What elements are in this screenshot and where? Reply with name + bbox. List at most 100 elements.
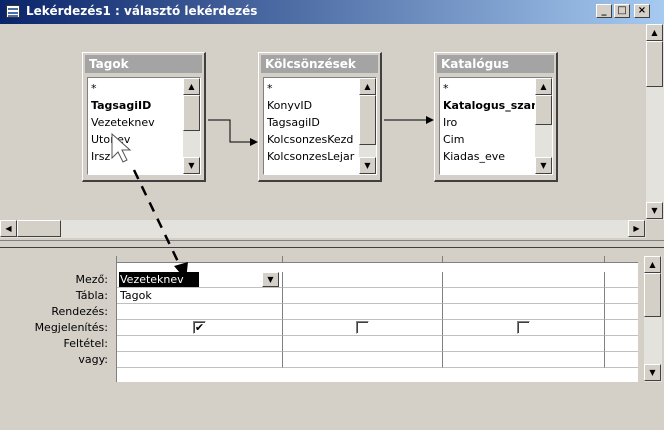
scroll-down-button[interactable]: ▼ [359, 157, 376, 174]
criteria-cell[interactable] [283, 336, 443, 352]
or-cell[interactable] [117, 352, 283, 368]
show-checkbox[interactable] [356, 321, 369, 334]
minimize-button[interactable]: _ [596, 4, 612, 18]
show-cell[interactable]: ✔ [117, 320, 283, 336]
scroll-thumb[interactable] [17, 220, 61, 237]
field-item[interactable]: KolcsonzesKezd [267, 131, 359, 148]
field-list-items: * Katalogus_szam Iro Cim Kiadas_eve ▲ ▼ [439, 77, 553, 175]
design-grid-pane: Mező: Tábla: Rendezés: Megjelenítés: Fel… [0, 248, 664, 430]
grid-vscroll[interactable]: ▲ ▼ [644, 256, 662, 382]
join-arrowhead [250, 138, 258, 146]
show-checkbox[interactable]: ✔ [193, 321, 206, 334]
field-list-scrollbar[interactable]: ▲ ▼ [183, 78, 200, 174]
show-cell[interactable] [283, 320, 443, 336]
field-item[interactable]: * [443, 80, 535, 97]
field-item[interactable]: * [267, 80, 359, 97]
sort-cell[interactable] [443, 304, 605, 320]
table-cell[interactable] [443, 288, 605, 304]
design-grid: Vezeteknev ▼ Tagok ✔ [116, 256, 638, 382]
row-label-field: Mező: [75, 273, 108, 286]
row-label-criteria: Feltétel: [63, 337, 108, 350]
field-list-title[interactable]: Katalógus [437, 55, 554, 73]
scroll-up-button[interactable]: ▲ [644, 256, 661, 273]
table-pane: Tagok * TagsagiID Vezeteknev Utonev Irsz… [0, 24, 664, 240]
field-item[interactable]: KonyvID [267, 97, 359, 114]
close-button[interactable]: × [634, 4, 650, 18]
row-label-show: Megjelenítés: [34, 321, 108, 334]
field-dropdown-button[interactable]: ▼ [262, 272, 279, 287]
scroll-up-button[interactable]: ▲ [183, 78, 200, 95]
field-list-kolcsonzesek[interactable]: Kölcsönzések * KonyvID TagsagiID Kolcson… [258, 52, 382, 182]
show-checkbox[interactable] [517, 321, 530, 334]
scroll-thumb[interactable] [359, 95, 376, 145]
field-item[interactable]: TagsagiID [91, 97, 183, 114]
field-item[interactable]: Cim [443, 131, 535, 148]
row-label-sort: Rendezés: [51, 305, 108, 318]
scroll-thumb[interactable] [183, 95, 200, 131]
field-cell[interactable] [443, 272, 605, 288]
title-bar[interactable]: Lekérdezés1 : választó lekérdezés _ □ × [0, 0, 664, 24]
table-area: Tagok * TagsagiID Vezeteknev Utonev Irsz… [0, 24, 646, 220]
scroll-up-button[interactable]: ▲ [535, 78, 552, 95]
join-line-tagok-kolcsonzesek [208, 119, 250, 143]
scroll-up-button[interactable]: ▲ [646, 24, 663, 41]
sort-cell[interactable] [283, 304, 443, 320]
sort-cell[interactable] [605, 304, 638, 320]
column-selector[interactable] [117, 256, 283, 263]
row-label-or: vagy: [78, 353, 108, 366]
field-list-tagok[interactable]: Tagok * TagsagiID Vezeteknev Utonev Irsz… [82, 52, 206, 182]
field-item[interactable]: Utonev [91, 131, 183, 148]
field-list-title[interactable]: Tagok [85, 55, 202, 73]
column-selector[interactable] [283, 256, 443, 263]
show-cell[interactable] [443, 320, 605, 336]
field-list-title[interactable]: Kölcsönzések [261, 55, 378, 73]
field-item[interactable]: KolcsonzesLejar [267, 148, 359, 165]
scroll-right-button[interactable]: ▶ [628, 220, 645, 237]
table-cell[interactable]: Tagok [117, 288, 283, 304]
criteria-cell[interactable] [117, 336, 283, 352]
scroll-thumb[interactable] [646, 41, 663, 87]
sort-cell[interactable] [117, 304, 283, 320]
field-list-scrollbar[interactable]: ▲ ▼ [535, 78, 552, 174]
field-item[interactable]: Irsz [91, 148, 183, 165]
join-arrowhead [426, 116, 434, 124]
scroll-down-button[interactable]: ▼ [646, 202, 663, 219]
or-cell[interactable] [283, 352, 443, 368]
criteria-cell[interactable] [443, 336, 605, 352]
scroll-thumb[interactable] [535, 95, 552, 125]
or-cell[interactable] [605, 352, 638, 368]
field-cell[interactable] [605, 272, 638, 288]
field-item[interactable]: Iro [443, 114, 535, 131]
field-cell-value[interactable]: Vezeteknev [119, 272, 199, 287]
scroll-left-button[interactable]: ◀ [0, 220, 17, 237]
column-selector[interactable] [443, 256, 605, 263]
column-selector[interactable] [605, 256, 638, 263]
scroll-down-button[interactable]: ▼ [183, 157, 200, 174]
field-item[interactable]: Vezeteknev [91, 114, 183, 131]
row-label-table: Tábla: [75, 289, 108, 302]
scroll-down-button[interactable]: ▼ [535, 157, 552, 174]
field-item[interactable]: Katalogus_szam [443, 97, 535, 114]
field-item[interactable]: TagsagiID [267, 114, 359, 131]
maximize-button[interactable]: □ [614, 4, 630, 18]
show-cell[interactable] [605, 320, 638, 336]
table-pane-hscroll[interactable]: ◀ ▶ [0, 220, 646, 238]
field-cell[interactable] [283, 272, 443, 288]
pane-splitter[interactable] [0, 240, 664, 248]
field-list-katalogus[interactable]: Katalógus * Katalogus_szam Iro Cim Kiada… [434, 52, 558, 182]
field-item[interactable]: Kiadas_eve [443, 148, 535, 165]
scroll-thumb[interactable] [644, 273, 661, 317]
table-cell[interactable] [283, 288, 443, 304]
table-pane-vscroll[interactable]: ▲ ▼ [646, 24, 664, 220]
or-cell[interactable] [443, 352, 605, 368]
scroll-down-button[interactable]: ▼ [644, 364, 661, 381]
field-list-items: * TagsagiID Vezeteknev Utonev Irsz ▲ ▼ [87, 77, 201, 175]
field-list-scrollbar[interactable]: ▲ ▼ [359, 78, 376, 174]
table-cell[interactable] [605, 288, 638, 304]
field-item[interactable]: * [91, 80, 183, 97]
datasheet-icon [6, 5, 20, 18]
criteria-cell[interactable] [605, 336, 638, 352]
scroll-up-button[interactable]: ▲ [359, 78, 376, 95]
field-cell[interactable]: Vezeteknev ▼ [117, 272, 283, 288]
query-design-window: Lekérdezés1 : választó lekérdezés _ □ × … [0, 0, 664, 430]
